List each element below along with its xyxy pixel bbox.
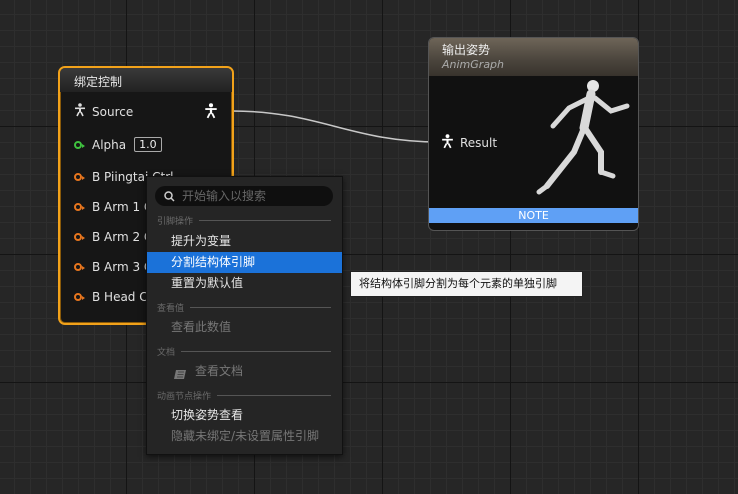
section-view-value: 查看值 bbox=[157, 301, 331, 314]
result-pin-label: Result bbox=[460, 136, 498, 150]
source-pin-label: Source bbox=[92, 104, 134, 119]
source-pose-output-icon[interactable] bbox=[204, 103, 218, 123]
hide-unbound-pins-item[interactable]: 隐藏未绑定/未设置属性引脚 bbox=[147, 426, 342, 447]
output-pose-node[interactable]: 输出姿势 AnimGraph Result NOTE bbox=[428, 37, 639, 231]
reset-to-default-item[interactable]: 重置为默认值 bbox=[147, 273, 342, 294]
view-documentation-label: 查看文档 bbox=[195, 364, 244, 378]
section-anim-node-actions: 动画节点操作 bbox=[157, 389, 331, 402]
search-box[interactable] bbox=[155, 186, 333, 206]
section-documentation: 文档 bbox=[157, 345, 331, 358]
result-pin[interactable]: Result bbox=[441, 134, 497, 152]
pin-label: B Arm 3 C bbox=[92, 260, 153, 274]
note-bar: NOTE bbox=[429, 208, 638, 223]
split-struct-pin-item[interactable]: 分割结构体引脚 bbox=[147, 252, 342, 273]
menu-item-tooltip: 将结构体引脚分割为每个元素的单独引脚 bbox=[350, 271, 583, 297]
search-icon bbox=[164, 187, 175, 206]
source-pin[interactable]: Source bbox=[74, 103, 133, 120]
search-input[interactable] bbox=[180, 188, 324, 204]
documentation-icon bbox=[173, 366, 187, 387]
struct-pin[interactable]: B Arm 3 C bbox=[74, 260, 152, 274]
pin-label: B Arm 1 C bbox=[92, 200, 153, 214]
float-pin-icon bbox=[74, 140, 85, 149]
struct-pin-icon bbox=[74, 233, 85, 241]
alpha-value-field[interactable]: 1.0 bbox=[134, 137, 162, 152]
section-label: 文档 bbox=[157, 348, 176, 358]
struct-pin[interactable]: B Arm 2 C bbox=[74, 230, 152, 244]
pin-label: B Head C bbox=[92, 290, 148, 304]
pin-label: B Arm 2 C bbox=[92, 230, 153, 244]
running-mannequin-icon bbox=[536, 80, 630, 195]
struct-pin-icon bbox=[74, 203, 85, 211]
struct-pin-icon bbox=[74, 173, 85, 181]
section-label: 查看值 bbox=[157, 304, 185, 314]
output-node-title: 输出姿势 bbox=[442, 43, 491, 57]
output-node-header: 输出姿势 AnimGraph bbox=[429, 38, 638, 76]
pose-pin-icon bbox=[74, 103, 86, 120]
section-pin-actions: 引脚操作 bbox=[157, 214, 331, 227]
pose-pin-icon bbox=[441, 134, 454, 152]
struct-pin[interactable]: B Head C bbox=[74, 290, 148, 304]
pin-context-menu: 引脚操作 提升为变量 分割结构体引脚 重置为默认值 查看值 查看此数值 文档 查… bbox=[146, 176, 343, 455]
view-documentation-item[interactable]: 查看文档 bbox=[147, 361, 342, 382]
struct-pin-icon bbox=[74, 293, 85, 301]
struct-pin[interactable]: B Arm 1 C bbox=[74, 200, 152, 214]
struct-pin-icon bbox=[74, 263, 85, 271]
promote-to-variable-item[interactable]: 提升为变量 bbox=[147, 231, 342, 252]
bind-node-title: 绑定控制 bbox=[60, 68, 232, 92]
toggle-pose-watch-item[interactable]: 切换姿势查看 bbox=[147, 405, 342, 426]
section-label: 引脚操作 bbox=[157, 217, 194, 227]
alpha-pin-label: Alpha bbox=[92, 137, 127, 152]
alpha-pin[interactable]: Alpha 1.0 bbox=[74, 137, 162, 152]
output-node-subtitle: AnimGraph bbox=[442, 58, 505, 71]
section-label: 动画节点操作 bbox=[157, 392, 212, 402]
view-value-item[interactable]: 查看此数值 bbox=[147, 317, 342, 338]
